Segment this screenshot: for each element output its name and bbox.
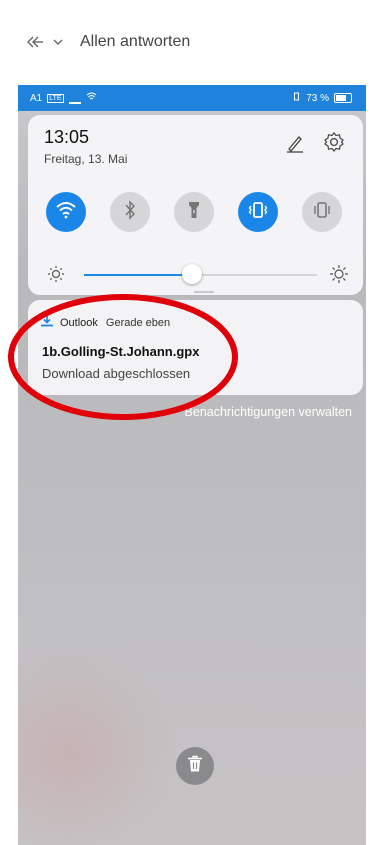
phone-screenshot: A1 LTE 73 % 13:05 Freitag, 13. Mai Outlo… bbox=[18, 85, 366, 845]
brightness-track bbox=[192, 274, 317, 276]
vibrate-icon bbox=[247, 201, 269, 224]
reply-all-icon bbox=[26, 35, 46, 49]
phone-mode-icon bbox=[311, 201, 333, 224]
brightness-slider[interactable] bbox=[42, 264, 349, 288]
notification-body: Download abgeschlossen bbox=[42, 366, 191, 381]
wifi-icon bbox=[55, 201, 77, 224]
notification-card[interactable]: Outlook Gerade eben 1b.Golling-St.Johann… bbox=[28, 300, 363, 395]
wifi-toggle[interactable] bbox=[46, 192, 86, 232]
status-bar: A1 LTE 73 % bbox=[18, 85, 366, 111]
battery-icon bbox=[334, 93, 352, 103]
bluetooth-toggle[interactable] bbox=[110, 192, 150, 232]
flashlight-icon bbox=[188, 200, 200, 225]
date: Freitag, 13. Mai bbox=[44, 152, 128, 166]
vibrate-status-icon bbox=[292, 92, 301, 104]
brightness-high-icon bbox=[329, 264, 349, 289]
brightness-thumb[interactable] bbox=[182, 264, 202, 284]
panel-drag-handle[interactable] bbox=[194, 291, 214, 293]
trash-icon bbox=[187, 755, 203, 778]
mail-toolbar: Allen antworten bbox=[0, 0, 370, 85]
phone-mode-toggle[interactable] bbox=[302, 192, 342, 232]
reply-all-label: Allen antworten bbox=[80, 33, 191, 50]
manage-notifications-link[interactable]: Benachrichtigungen verwalten bbox=[185, 405, 352, 419]
vibrate-toggle[interactable] bbox=[238, 192, 278, 232]
signal-icon bbox=[68, 93, 81, 104]
network-label: LTE bbox=[47, 93, 64, 103]
edit-icon[interactable] bbox=[285, 133, 305, 158]
flashlight-toggle[interactable] bbox=[174, 192, 214, 232]
wifi-status-icon bbox=[86, 92, 97, 104]
notification-time: Gerade eben bbox=[105, 316, 171, 329]
bluetooth-icon bbox=[123, 199, 137, 225]
download-icon bbox=[40, 315, 54, 330]
brightness-low-icon bbox=[47, 265, 65, 288]
brightness-track-fill bbox=[84, 274, 192, 276]
wallpaper-glow bbox=[18, 645, 178, 845]
quick-settings-panel: 13:05 Freitag, 13. Mai bbox=[28, 115, 363, 295]
carrier-label: A1 bbox=[30, 92, 43, 104]
notification-title: 1b.Golling-St.Johann.gpx bbox=[42, 344, 200, 359]
chevron-down-icon[interactable] bbox=[52, 37, 64, 47]
clock: 13:05 bbox=[44, 127, 90, 147]
gear-icon[interactable] bbox=[323, 131, 345, 158]
reply-all-button[interactable]: Allen antworten bbox=[26, 33, 190, 51]
notification-app: Outlook bbox=[60, 316, 98, 329]
clear-notifications-button[interactable] bbox=[176, 747, 214, 785]
battery-percent: 73 % bbox=[306, 92, 329, 104]
